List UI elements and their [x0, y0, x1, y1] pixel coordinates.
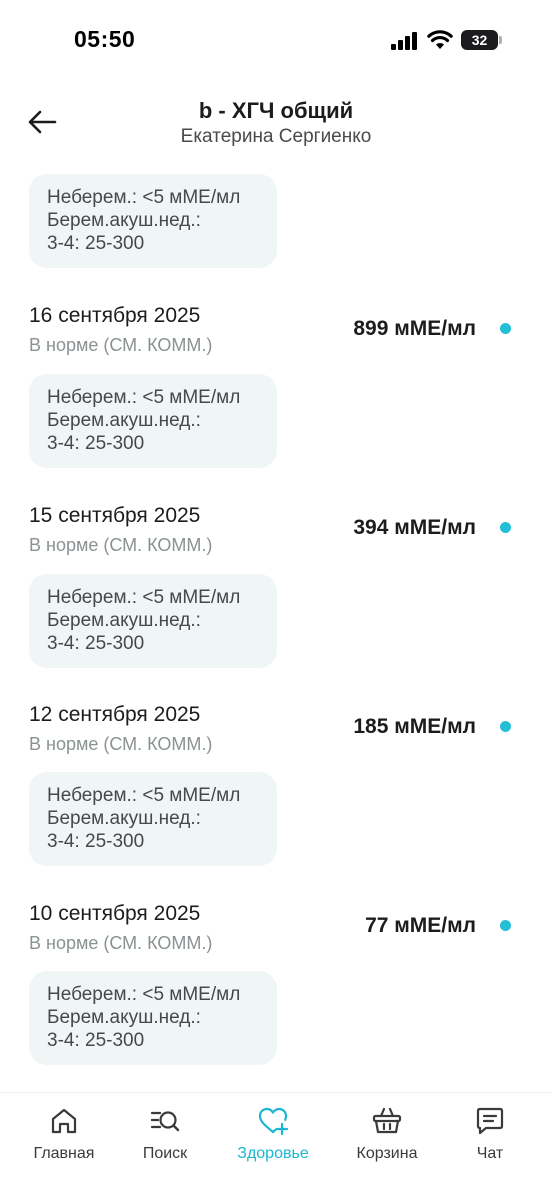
nav-label: Корзина — [356, 1145, 418, 1162]
basket-icon — [372, 1107, 402, 1134]
nav-home[interactable]: Главная — [9, 1093, 119, 1183]
status-bar: 05:50 32 — [0, 0, 552, 80]
nav-label: Здоровье — [237, 1145, 309, 1162]
result-value: 394 мМЕ/мл — [353, 516, 476, 539]
result-status: В норме (СМ. КОММ.) — [29, 933, 213, 953]
reference-note: Неберем.: <5 мМЕ/мл Берем.акуш.нед.: 3-4… — [29, 772, 277, 866]
reference-line: Неберем.: <5 мМЕ/мл — [47, 785, 241, 806]
status-dot — [500, 323, 511, 334]
home-icon — [51, 1108, 77, 1134]
reference-line: Берем.акуш.нед.: — [47, 610, 201, 631]
search-icon — [150, 1111, 180, 1132]
reference-line: Неберем.: <5 мМЕ/мл — [47, 587, 241, 608]
patient-name: Екатерина Сергиенко — [180, 126, 372, 147]
status-dot — [500, 721, 511, 732]
reference-line: Берем.акуш.нед.: — [47, 410, 201, 431]
result-status: В норме (СМ. КОММ.) — [29, 535, 213, 555]
bottom-nav: Главная Поиск Здоровье Корзина Чат — [0, 1092, 552, 1200]
result-status: В норме (СМ. КОММ.) — [29, 335, 213, 355]
header: b - ХГЧ общий Екатерина Сергиенко — [0, 90, 552, 160]
status-time: 05:50 — [74, 26, 136, 52]
result-value: 899 мМЕ/мл — [353, 317, 476, 340]
reference-line: Неберем.: <5 мМЕ/мл — [47, 984, 241, 1005]
reference-line: 3-4: 25-300 — [47, 433, 145, 454]
battery-indicator: 32 — [461, 30, 503, 50]
nav-label: Главная — [33, 1145, 95, 1162]
reference-note: Неберем.: <5 мМЕ/мл Берем.акуш.нед.: 3-4… — [29, 374, 277, 468]
nav-cart[interactable]: Корзина — [332, 1093, 442, 1183]
result-status: В норме (СМ. КОММ.) — [29, 734, 213, 754]
signal-icon — [391, 32, 417, 50]
nav-label: Поиск — [142, 1145, 188, 1162]
reference-line: Берем.акуш.нед.: — [47, 1007, 201, 1028]
battery-cap — [499, 36, 502, 44]
reference-line: 3-4: 25-300 — [47, 831, 145, 852]
status-dot — [500, 920, 511, 931]
reference-note: Неберем.: <5 мМЕ/мл Берем.акуш.нед.: 3-4… — [29, 174, 277, 268]
reference-line: Берем.акуш.нед.: — [47, 210, 201, 231]
nav-label: Чат — [476, 1145, 504, 1162]
nav-health[interactable]: Здоровье — [218, 1093, 328, 1183]
result-date: 12 сентября 2025 — [29, 703, 201, 726]
result-value: 185 мМЕ/мл — [353, 715, 476, 738]
wifi-icon — [427, 30, 453, 49]
results-list[interactable]: Неберем.: <5 мМЕ/мл Берем.акуш.нед.: 3-4… — [0, 170, 552, 1092]
chat-icon — [476, 1107, 504, 1135]
reference-line: Неберем.: <5 мМЕ/мл — [47, 387, 241, 408]
nav-search[interactable]: Поиск — [110, 1093, 220, 1183]
result-date: 16 сентября 2025 — [29, 304, 201, 327]
reference-line: 3-4: 25-300 — [47, 633, 145, 654]
reference-note: Неберем.: <5 мМЕ/мл Берем.акуш.нед.: 3-4… — [29, 574, 277, 668]
result-value: 77 мМЕ/мл — [365, 914, 476, 937]
reference-line: 3-4: 25-300 — [47, 1030, 145, 1051]
reference-line: 3-4: 25-300 — [47, 233, 145, 254]
battery-level: 32 — [461, 30, 498, 50]
heart-plus-icon — [258, 1107, 289, 1136]
result-date: 15 сентября 2025 — [29, 504, 201, 527]
nav-chat[interactable]: Чат — [435, 1093, 545, 1183]
reference-line: Берем.акуш.нед.: — [47, 808, 201, 829]
page-title: b - ХГЧ общий — [198, 98, 354, 123]
status-dot — [500, 522, 511, 533]
result-date: 10 сентября 2025 — [29, 902, 201, 925]
reference-note: Неберем.: <5 мМЕ/мл Берем.акуш.нед.: 3-4… — [29, 971, 277, 1065]
reference-line: Неберем.: <5 мМЕ/мл — [47, 187, 241, 208]
